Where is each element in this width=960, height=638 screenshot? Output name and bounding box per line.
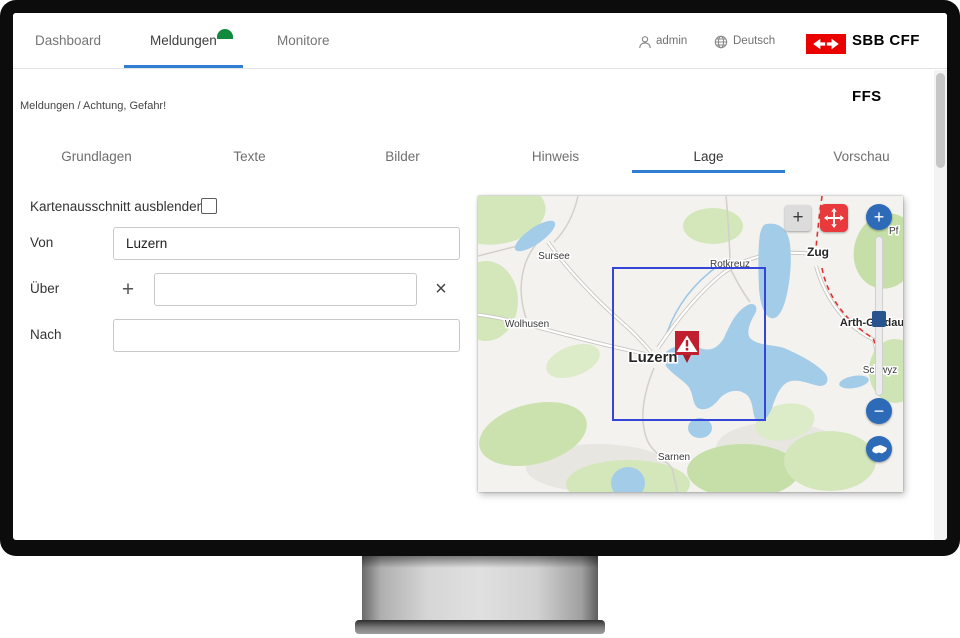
sbb-logo-icon [806,34,846,54]
zoom-in-button[interactable]: + [866,204,892,230]
clear-via-button[interactable]: × [429,275,453,303]
nach-input[interactable] [113,319,460,352]
von-input[interactable] [113,227,460,260]
map-expand-button[interactable]: + [785,205,811,231]
user-icon [638,35,652,49]
scrollbar-thumb[interactable] [936,73,945,168]
meldungen-notification-badge [217,29,233,39]
map-canvas[interactable]: Sursee Rotkreuz Zug Pf Wolhusen Luzern A… [478,196,903,492]
place-label: Zug [807,245,829,259]
ueber-label: Über [30,281,59,297]
language-menu[interactable]: Deutsch [733,13,775,69]
add-via-button[interactable]: + [116,276,140,304]
von-label: Von [30,235,53,251]
tab-bar: Grundlagen Texte Bilder Hinweis Lage Vor… [20,140,938,173]
nav-item-monitore[interactable]: Monitore [277,13,330,69]
screen: Dashboard Meldungen Monitore admin Deuts… [13,13,947,540]
monitor-stand-base [355,620,605,634]
user-menu[interactable]: admin [656,13,687,69]
map-container: Sursee Rotkreuz Zug Pf Wolhusen Luzern A… [478,196,903,492]
tab-vorschau[interactable]: Vorschau [785,140,938,173]
ueber-input[interactable] [154,273,417,306]
brand-text: SBB CFF FFS [852,13,947,69]
nav-item-dashboard[interactable]: Dashboard [35,13,101,69]
zoom-slider[interactable] [875,236,883,396]
zoom-to-switzerland-button[interactable] [866,436,892,462]
place-label: Sarnen [658,452,690,463]
place-label: Sursee [538,251,570,262]
nav-item-meldungen[interactable]: Meldungen [150,13,217,69]
nav-active-underline [124,65,243,68]
nach-label: Nach [30,327,62,343]
tab-grundlagen[interactable]: Grundlagen [20,140,173,173]
map-pan-button[interactable] [820,204,848,232]
tab-hinweis[interactable]: Hinweis [479,140,632,173]
vertical-scrollbar[interactable] [934,70,947,540]
globe-icon [714,35,728,49]
zoom-slider-handle[interactable] [872,311,886,327]
tab-bilder[interactable]: Bilder [326,140,479,173]
place-label: Luzern [628,349,677,366]
tab-lage[interactable]: Lage [632,140,785,173]
tab-active-underline [632,170,785,173]
tab-lage-label: Lage [693,149,723,164]
breadcrumb: Meldungen / Achtung, Gefahr! [20,100,166,112]
hide-map-checkbox[interactable] [201,198,217,214]
place-label: Wolhusen [505,319,549,330]
move-arrows-icon [823,207,845,229]
place-label: Pf [889,226,899,237]
tab-texte[interactable]: Texte [173,140,326,173]
zoom-out-button[interactable]: − [866,398,892,424]
top-navigation: Dashboard Meldungen Monitore admin Deuts… [13,13,947,69]
hide-map-label: Kartenausschnitt ausblenden [30,199,204,215]
switzerland-icon [871,444,888,455]
